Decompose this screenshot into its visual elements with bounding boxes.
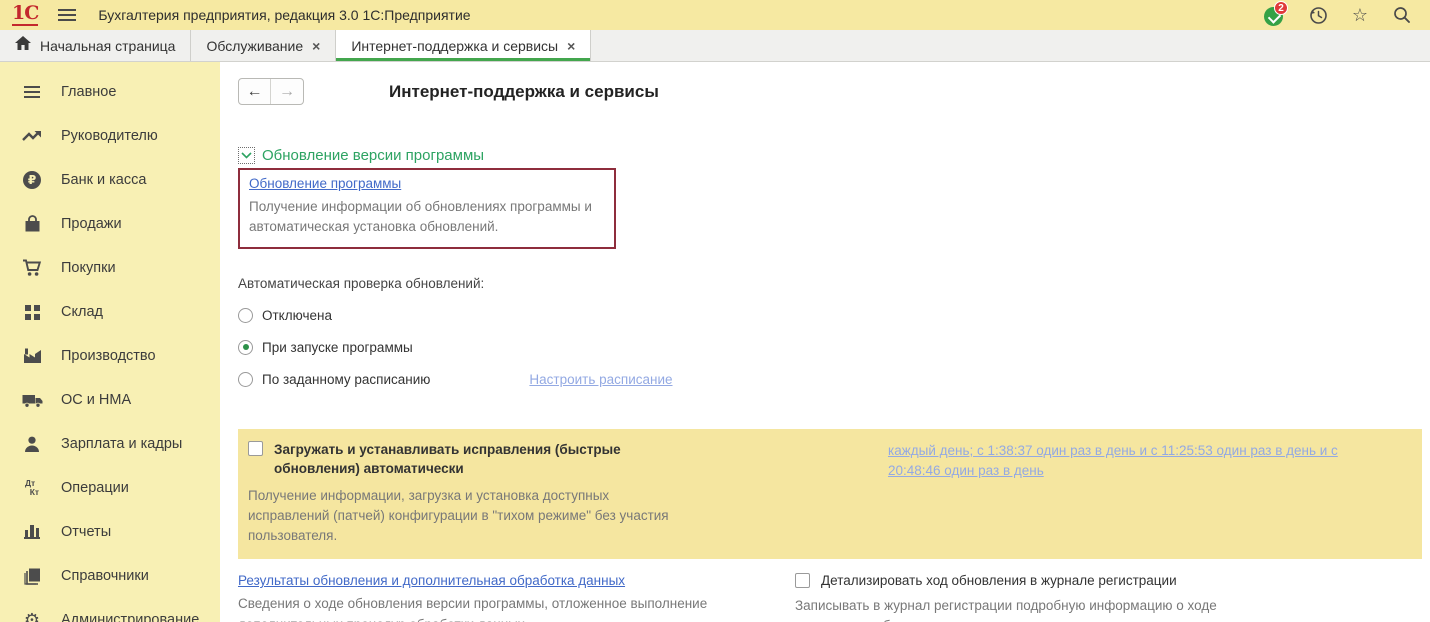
tab-internet-support[interactable]: Интернет-поддержка и сервисы × [336, 30, 591, 61]
history-nav-buttons: ← → [238, 78, 304, 105]
sidebar-item-operations[interactable]: Дт Кт Операции [0, 466, 220, 510]
truck-icon [20, 389, 44, 411]
radio-icon[interactable] [238, 372, 253, 387]
patch-description: Получение информации, загрузка и установ… [248, 486, 688, 547]
1c-logo-icon[interactable]: 1С [12, 4, 38, 26]
sidebar-item-directories[interactable]: Справочники [0, 554, 220, 598]
sidebar-item-sales[interactable]: Продажи [0, 202, 220, 246]
sidebar-item-label: Продажи [61, 216, 122, 232]
patch-checkbox-label: Загружать и устанавливать исправления (б… [274, 440, 626, 479]
chevron-down-icon[interactable] [238, 147, 255, 164]
tabbar: Начальная страница Обслуживание × Интерн… [0, 30, 1430, 62]
sidebar-item-production[interactable]: Производство [0, 334, 220, 378]
sidebar-item-bank-cash[interactable]: ₽ Банк и касса [0, 158, 220, 202]
update-results-link[interactable]: Результаты обновления и дополнительная о… [238, 573, 625, 588]
sidebar-item-main[interactable]: Главное [0, 70, 220, 114]
bar-chart-icon [20, 521, 44, 543]
favorites-star-icon[interactable]: ☆ [1350, 5, 1370, 25]
books-icon [20, 565, 44, 587]
search-icon[interactable] [1392, 5, 1412, 25]
sidebar-item-label: ОС и НМА [61, 392, 131, 408]
close-icon[interactable]: × [312, 39, 320, 53]
sidebar-item-payroll-hr[interactable]: Зарплата и кадры [0, 422, 220, 466]
sidebar-item-manager[interactable]: Руководителю [0, 114, 220, 158]
program-update-description: Получение информации об обновлениях прог… [249, 197, 605, 238]
patch-settings-highlight: Загружать и устанавливать исправления (б… [238, 429, 1422, 560]
tab-label: Обслуживание [206, 38, 303, 54]
ruble-coin-icon: ₽ [20, 169, 44, 191]
radio-option-on-startup[interactable]: При запуске программы [238, 340, 1430, 355]
patch-checkbox-row[interactable]: Загружать и устанавливать исправления (б… [248, 440, 888, 479]
bag-icon [20, 213, 44, 235]
history-icon[interactable] [1308, 5, 1328, 25]
sidebar-item-warehouse[interactable]: Склад [0, 290, 220, 334]
main-content: ← → Интернет-поддержка и сервисы Обновле… [220, 62, 1430, 622]
tab-service[interactable]: Обслуживание × [191, 30, 336, 61]
forward-button[interactable]: → [271, 79, 303, 104]
sidebar-item-label: Руководителю [61, 128, 158, 144]
notification-icon[interactable]: 2 [1264, 4, 1286, 26]
program-update-link[interactable]: Обновление программы [249, 176, 401, 191]
sidebar-item-label: Банк и касса [61, 172, 146, 188]
app-title: Бухгалтерия предприятия, редакция 3.0 1С… [98, 7, 470, 23]
setup-schedule-link[interactable]: Настроить расписание [529, 372, 672, 387]
sidebar-item-label: Покупки [61, 260, 116, 276]
radio-option-disabled[interactable]: Отключена [238, 308, 1430, 323]
radio-label: Отключена [262, 308, 332, 323]
sidebar-item-label: Операции [61, 480, 129, 496]
main-menu-hamburger-icon[interactable] [58, 8, 78, 22]
patch-schedule-link[interactable]: каждый день; с 1:38:37 один раз в день и… [888, 441, 1340, 483]
person-icon [20, 433, 44, 455]
dtkt-icon: Дт Кт [20, 477, 44, 499]
gear-icon: ⚙ [20, 609, 44, 622]
log-detail-description: Записывать в журнал регистрации подробну… [795, 596, 1287, 622]
sidebar-item-label: Производство [61, 348, 156, 364]
sidebar-item-label: Зарплата и кадры [61, 436, 182, 452]
sidebar-item-label: Отчеты [61, 524, 111, 540]
sidebar-item-label: Главное [61, 84, 116, 100]
annotation-highlight-box: Обновление программы Получение информаци… [238, 168, 616, 249]
tab-home[interactable]: Начальная страница [0, 30, 191, 61]
trend-arrow-icon [20, 125, 44, 147]
grid-icon [20, 301, 44, 323]
section-header-program-update[interactable]: Обновление версии программы [238, 147, 1430, 164]
sidebar-item-reports[interactable]: Отчеты [0, 510, 220, 554]
section-title: Обновление версии программы [262, 147, 484, 164]
auto-check-label: Автоматическая проверка обновлений: [238, 276, 1430, 291]
page-title: Интернет-поддержка и сервисы [389, 82, 659, 102]
titlebar-icons: 2 ☆ [1264, 4, 1418, 26]
section-sidebar: Главное Руководителю ₽ Банк и касса Прод… [0, 62, 220, 622]
radio-icon[interactable] [238, 308, 253, 323]
back-button[interactable]: ← [239, 79, 271, 104]
sidebar-item-fixed-assets[interactable]: ОС и НМА [0, 378, 220, 422]
sidebar-item-label: Справочники [61, 568, 149, 584]
radio-label: При запуске программы [262, 340, 413, 355]
update-results-description: Сведения о ходе обновления версии програ… [238, 594, 718, 622]
tab-label: Интернет-поддержка и сервисы [351, 38, 558, 54]
sidebar-item-purchases[interactable]: Покупки [0, 246, 220, 290]
radio-label: По заданному расписанию [262, 372, 430, 387]
sidebar-item-label: Администрирование [61, 612, 199, 622]
menu-lines-icon [20, 81, 44, 103]
log-detail-checkbox-label: Детализировать ход обновления в журнале … [821, 572, 1177, 590]
checkbox-icon[interactable] [795, 573, 810, 588]
close-icon[interactable]: × [567, 39, 575, 53]
cart-icon [20, 257, 44, 279]
checkbox-icon[interactable] [248, 441, 263, 456]
notification-badge: 2 [1274, 1, 1288, 15]
log-detail-checkbox-row[interactable]: Детализировать ход обновления в журнале … [795, 572, 1287, 590]
sidebar-item-label: Склад [61, 304, 103, 320]
factory-icon [20, 345, 44, 367]
home-icon [15, 36, 31, 55]
sidebar-item-administration[interactable]: ⚙ Администрирование [0, 598, 220, 622]
radio-option-on-schedule[interactable]: По заданному расписанию Настроить распис… [238, 372, 1430, 387]
titlebar: 1С Бухгалтерия предприятия, редакция 3.0… [0, 0, 1430, 30]
tab-label: Начальная страница [40, 38, 175, 54]
radio-selected-icon[interactable] [238, 340, 253, 355]
